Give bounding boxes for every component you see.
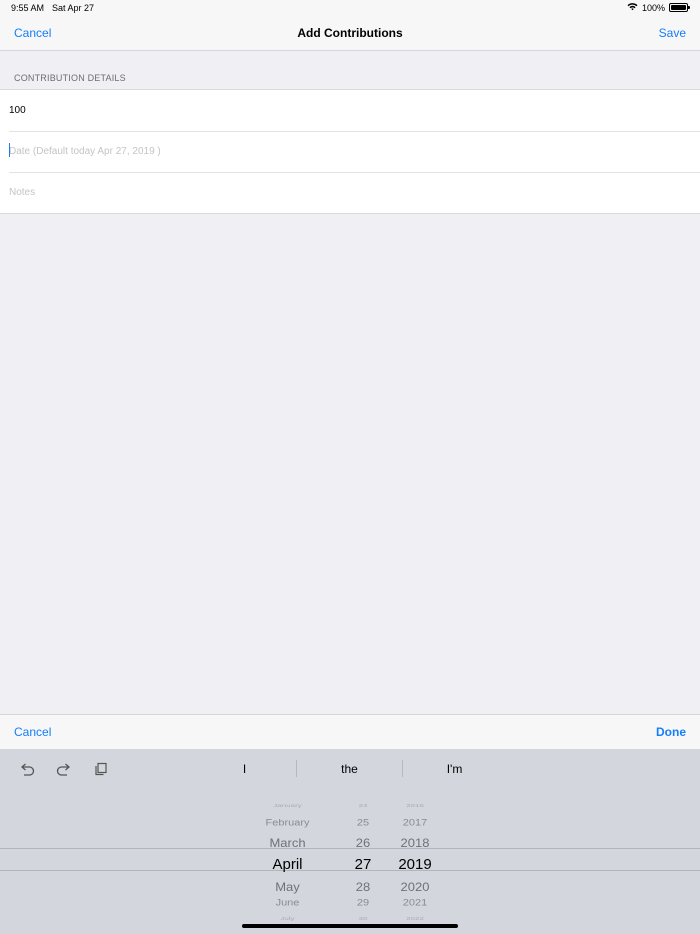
wifi-icon [627,2,638,13]
day-wheel[interactable]: 24 25 26 27 28 29 30 [340,797,386,922]
picker-cancel-button[interactable]: Cancel [14,725,51,739]
status-indicators: 100% [627,2,690,13]
keyboard-area: I the I'm January February March April May Ju… [0,749,700,934]
section-header: CONTRIBUTION DETAILS [14,73,126,83]
done-button[interactable]: Done [656,725,686,739]
month-wheel[interactable]: January February March April May June July [235,797,340,922]
battery-icon [669,3,690,12]
year-option[interactable]: 2019 [386,856,444,873]
year-wheel[interactable]: 2016 2017 2018 2019 2020 2021 2022 [386,797,444,922]
day-option[interactable]: 27 [340,856,386,873]
month-option[interactable]: July [235,916,340,921]
amount-row [0,90,700,131]
day-option[interactable]: 24 [340,803,386,808]
month-option[interactable]: February [235,818,340,828]
navigation-bar: Cancel Add Contributions Save [0,16,700,51]
month-option[interactable]: March [235,835,340,849]
redo-icon[interactable] [55,760,73,778]
notes-row [0,172,700,213]
battery-percent: 100% [641,2,665,13]
shortcut-bar: I the I'm [0,749,700,789]
undo-icon[interactable] [18,760,36,778]
status-date: Sat Apr 27 [52,3,95,13]
status-bar: 9:55 AM Sat Apr 27 100% [0,0,700,16]
page-title: Add Contributions [297,26,403,40]
date-field[interactable] [9,131,689,171]
contribution-form [0,89,700,214]
prediction-3[interactable]: I'm [402,749,507,789]
status-time: 9:55 AM [11,3,45,13]
date-picker[interactable]: January February March April May June July 24 2… [0,797,700,922]
day-option[interactable]: 25 [340,818,386,828]
prediction-1[interactable]: I [192,749,297,789]
day-option[interactable]: 26 [340,835,386,849]
picker-toolbar: Cancel Done [0,714,700,749]
day-option[interactable]: 28 [340,879,386,893]
month-option[interactable]: January [235,803,340,808]
save-button[interactable]: Save [659,26,686,40]
month-option[interactable]: April [235,856,340,873]
year-option[interactable]: 2022 [386,916,444,921]
paste-icon[interactable] [92,760,110,778]
year-option[interactable]: 2021 [386,898,444,908]
home-indicator [242,924,458,928]
text-cursor [9,143,10,157]
amount-field[interactable] [9,90,689,130]
date-row [0,131,700,172]
month-option[interactable]: June [235,898,340,908]
month-option[interactable]: May [235,879,340,893]
day-option[interactable]: 29 [340,898,386,908]
year-option[interactable]: 2018 [386,835,444,849]
prediction-2[interactable]: the [297,749,402,789]
notes-field[interactable] [9,172,689,212]
year-option[interactable]: 2016 [386,803,444,808]
day-option[interactable]: 30 [340,916,386,921]
year-option[interactable]: 2017 [386,818,444,828]
year-option[interactable]: 2020 [386,879,444,893]
